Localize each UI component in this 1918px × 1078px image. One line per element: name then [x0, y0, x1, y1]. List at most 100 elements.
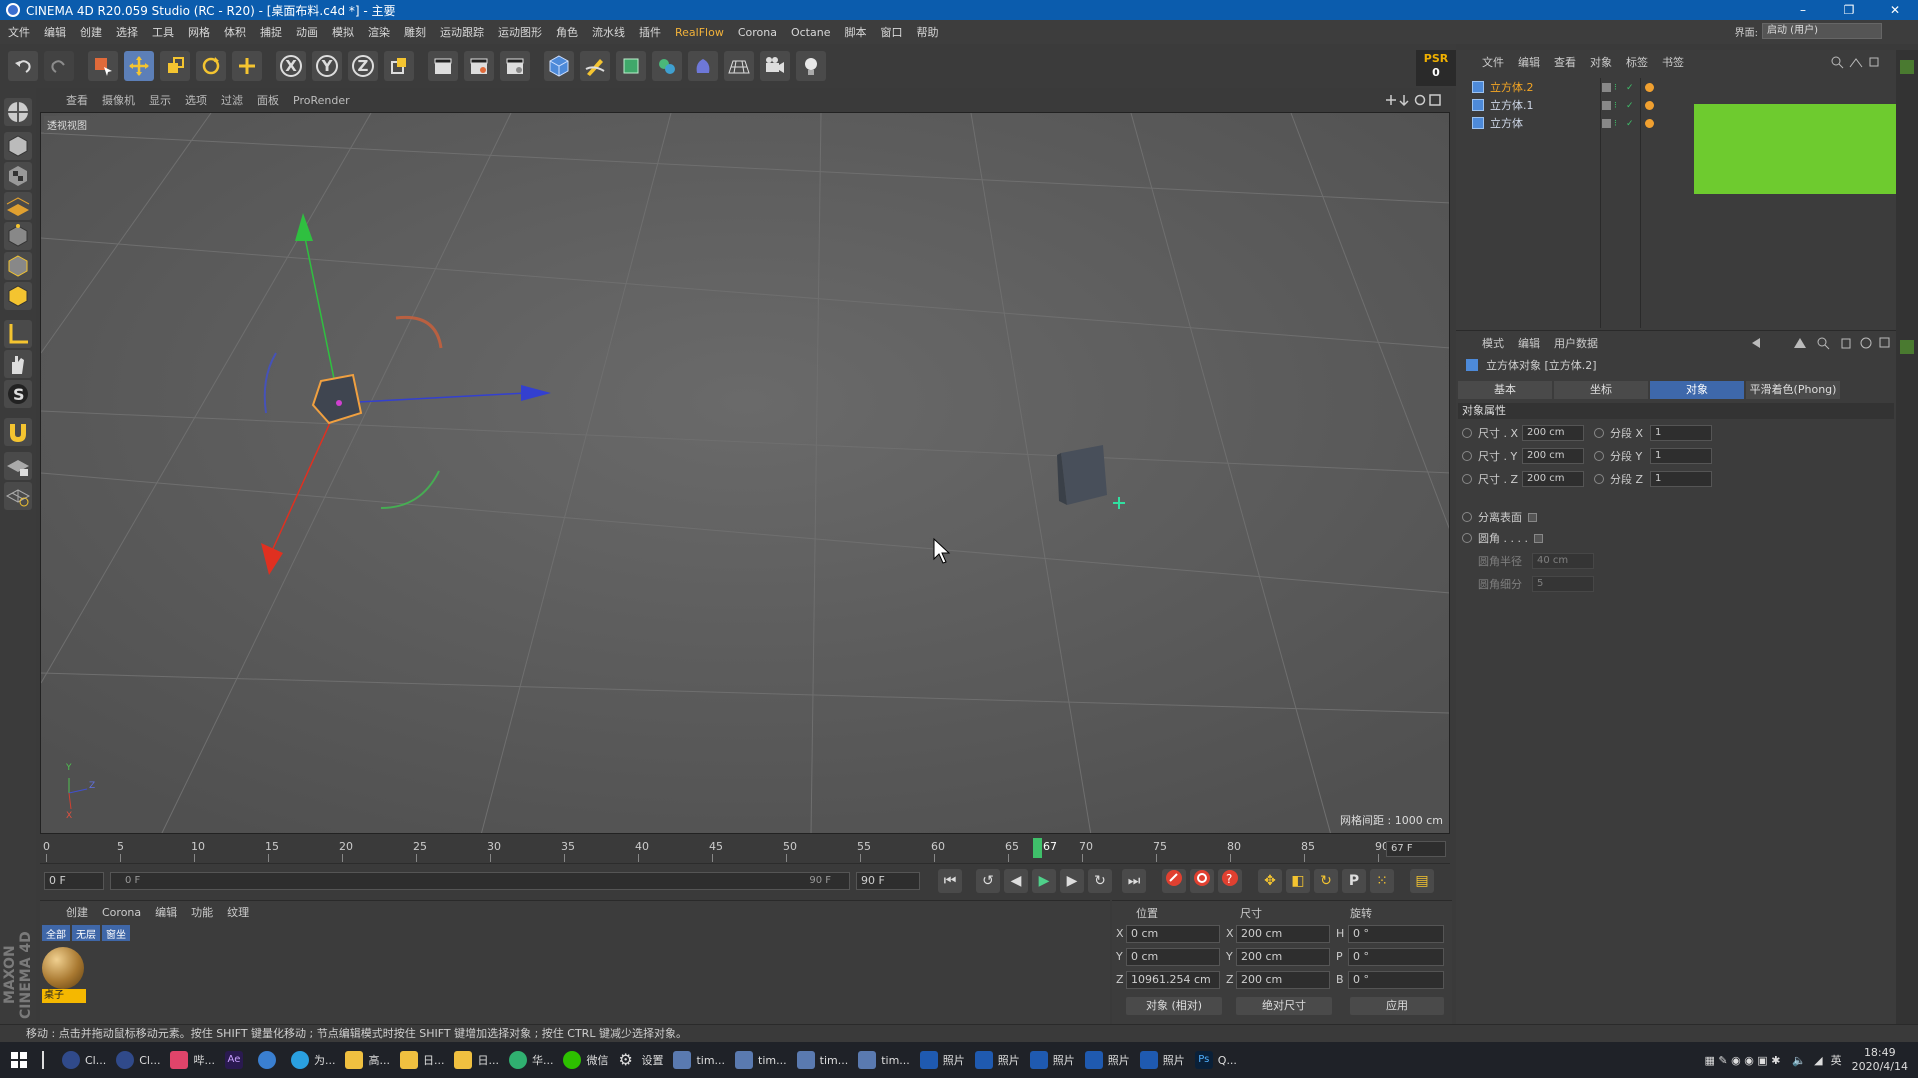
layout-dropdown[interactable]: 启动 (用户) — [1762, 23, 1882, 39]
taskbar-item-ae[interactable]: Ae — [224, 1051, 248, 1069]
play-button[interactable]: ▶ — [1032, 869, 1056, 893]
undo-button[interactable] — [8, 51, 38, 81]
go-to-start-button[interactable]: ⏮ — [938, 869, 962, 893]
taskbar-item-bilibili[interactable]: 哔... — [170, 1051, 215, 1069]
tab-object[interactable]: 对象 — [1650, 381, 1744, 399]
animate-radio[interactable] — [1594, 428, 1604, 438]
size-mode-dropdown[interactable]: 绝对尺寸 — [1236, 997, 1332, 1015]
tab-coord[interactable]: 坐标 — [1554, 381, 1648, 399]
timeline-window-button[interactable]: ▤ — [1410, 869, 1434, 893]
points-mode-button[interactable] — [4, 222, 32, 250]
viewport-menu-display[interactable]: 显示 — [149, 92, 171, 108]
viewport-menu-view[interactable]: 查看 — [66, 92, 88, 108]
taskbar-item-photos-3[interactable]: 照片 — [1029, 1051, 1075, 1069]
object-row-cube-1[interactable]: 立方体.1 — [1472, 96, 1592, 114]
animate-radio[interactable] — [1594, 474, 1604, 484]
make-editable-button[interactable] — [4, 98, 32, 126]
scale-tool-button[interactable] — [160, 51, 190, 81]
material-swatch[interactable]: 桌子 — [42, 947, 88, 1007]
rotation-key-button[interactable]: ↻ — [1314, 869, 1338, 893]
obj-menu-view[interactable]: 查看 — [1554, 54, 1576, 70]
edges-mode-button[interactable] — [4, 252, 32, 280]
menu-render[interactable]: 渲染 — [368, 24, 390, 40]
menu-simulate[interactable]: 模拟 — [332, 24, 354, 40]
cube-button[interactable] — [544, 51, 574, 81]
segments-z-input[interactable]: 1 — [1650, 471, 1712, 487]
pos-x-field[interactable]: 0 cm — [1126, 925, 1220, 943]
material-menu-corona[interactable]: Corona — [102, 906, 141, 919]
menu-script[interactable]: 脚本 — [844, 24, 866, 40]
menu-snap[interactable]: 捕捉 — [260, 24, 282, 40]
animate-radio[interactable] — [1594, 451, 1604, 461]
object-flags-cube-2[interactable]: ⁝ ✓ — [1602, 78, 1657, 96]
menu-plugins[interactable]: 插件 — [639, 24, 661, 40]
attr-menu-user-data[interactable]: 用户数据 — [1554, 335, 1598, 351]
separate-surfaces-checkbox[interactable] — [1528, 512, 1537, 522]
floor-button[interactable] — [724, 51, 754, 81]
taskbar-item-wechat[interactable]: 微信 — [563, 1051, 608, 1069]
objects-tab-icon[interactable] — [1900, 60, 1914, 74]
pos-y-field[interactable]: 0 cm — [1126, 948, 1220, 966]
tab-phong[interactable]: 平滑着色(Phong) — [1746, 381, 1840, 399]
live-select-button[interactable] — [88, 51, 118, 81]
menu-help[interactable]: 帮助 — [916, 24, 938, 40]
light-button[interactable] — [796, 51, 826, 81]
viewport-menu-prorender[interactable]: ProRender — [293, 94, 350, 107]
menu-motion-tracking[interactable]: 运动跟踪 — [440, 24, 484, 40]
taskbar-item-photos-4[interactable]: 照片 — [1084, 1051, 1130, 1069]
task-view-icon[interactable] — [42, 1051, 44, 1069]
object-row-cube[interactable]: 立方体 — [1472, 114, 1592, 132]
material-menu-function[interactable]: 功能 — [191, 904, 213, 920]
taskbar-item-photoshop[interactable]: Ps Q... — [1194, 1051, 1237, 1069]
pen-tool-button[interactable] — [580, 51, 610, 81]
rotate-tool-button[interactable] — [196, 51, 226, 81]
close-button[interactable]: ✕ — [1872, 0, 1918, 20]
obj-menu-file[interactable]: 文件 — [1482, 54, 1504, 70]
solo-mode-button[interactable]: S — [4, 380, 32, 408]
point-level-button[interactable]: ⁙ — [1370, 869, 1394, 893]
render-settings-button[interactable] — [500, 51, 530, 81]
obj-manager-tool-icons[interactable] — [1830, 55, 1890, 69]
taskbar-item-tim-2[interactable]: tim... — [735, 1051, 787, 1069]
taskbar-item-c4d-1[interactable]: Cl... — [62, 1051, 106, 1069]
fillet-checkbox[interactable] — [1533, 533, 1543, 543]
object-row-cube-2[interactable]: 立方体.2 — [1472, 78, 1592, 96]
obj-menu-bookmarks[interactable]: 书签 — [1662, 54, 1684, 70]
perspective-viewport[interactable]: Y Z X — [40, 112, 1450, 834]
clock[interactable]: 18:49 2020/4/14 — [1852, 1046, 1908, 1074]
viewport-menu-cameras[interactable]: 摄像机 — [102, 92, 135, 108]
segments-y-input[interactable]: 1 — [1650, 448, 1712, 464]
attributes-tab-icon[interactable] — [1900, 340, 1914, 354]
taskbar-item-tim-3[interactable]: tim... — [796, 1051, 848, 1069]
obj-menu-objects[interactable]: 对象 — [1590, 54, 1612, 70]
material-menu-edit[interactable]: 编辑 — [155, 904, 177, 920]
transform-tool-button[interactable] — [232, 51, 262, 81]
taskbar-item-photos-5[interactable]: 照片 — [1139, 1051, 1185, 1069]
tweak-mode-button[interactable] — [4, 350, 32, 378]
material-menu-create[interactable]: 创建 — [66, 904, 88, 920]
cloner-button[interactable] — [652, 51, 682, 81]
rot-p-field[interactable]: 0 ° — [1348, 948, 1444, 966]
snap-button[interactable] — [4, 418, 32, 446]
lock-workplane-button[interactable] — [4, 452, 32, 480]
object-flags-cube-1[interactable]: ⁝ ✓ — [1602, 96, 1657, 114]
taskbar-item-tim-4[interactable]: tim... — [858, 1051, 910, 1069]
animate-radio[interactable] — [1462, 451, 1472, 461]
end-frame-field[interactable]: 90 F — [856, 872, 920, 890]
size-y-field[interactable]: 200 cm — [1236, 948, 1330, 966]
next-frame-button[interactable]: ▶ — [1060, 869, 1084, 893]
current-frame-field[interactable]: 67 F — [1386, 841, 1446, 857]
menu-animate[interactable]: 动画 — [296, 24, 318, 40]
size-x-input[interactable]: 200 cm — [1522, 425, 1584, 441]
texture-mode-button[interactable] — [4, 162, 32, 190]
move-tool-button[interactable] — [124, 51, 154, 81]
go-to-end-button[interactable]: ⏭ — [1122, 869, 1146, 893]
filter-no-layer[interactable]: 无层 — [72, 925, 100, 941]
subdivision-button[interactable] — [616, 51, 646, 81]
menu-octane[interactable]: Octane — [791, 26, 831, 39]
tab-basic[interactable]: 基本 — [1458, 381, 1552, 399]
animate-radio[interactable] — [1462, 533, 1472, 543]
start-frame-field[interactable]: 0 F — [44, 872, 104, 890]
render-view-button[interactable] — [428, 51, 458, 81]
menu-volume[interactable]: 体积 — [224, 24, 246, 40]
